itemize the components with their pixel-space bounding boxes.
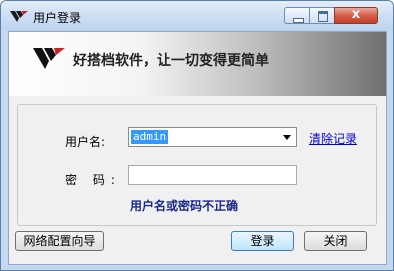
dialog-content: 好搭档软件，让一切变得更简单 用户名: admin 清除记录 密 码: 用户名或… xyxy=(8,31,387,265)
username-value: admin xyxy=(131,130,169,144)
minimize-button[interactable] xyxy=(284,7,310,24)
banner: 好搭档软件，让一切变得更简单 xyxy=(9,32,386,96)
close-icon: x xyxy=(351,7,361,22)
password-label: 密 码: xyxy=(65,173,121,187)
login-button[interactable]: 登录 xyxy=(231,231,294,251)
yi-logo-icon xyxy=(10,11,28,22)
login-panel: 用户名: admin 清除记录 密 码: 用户名或密码不正确 xyxy=(17,104,377,226)
username-label: 用户名: xyxy=(65,135,106,149)
password-input[interactable] xyxy=(128,165,297,185)
window-title: 用户登录 xyxy=(33,11,82,25)
window-close-button[interactable]: x xyxy=(334,7,378,24)
title-bar[interactable]: 用户登录 x xyxy=(1,1,393,31)
error-message: 用户名或密码不正确 xyxy=(130,199,239,213)
maximize-button[interactable] xyxy=(309,7,335,24)
clear-history-link[interactable]: 清除记录 xyxy=(309,130,357,147)
network-config-wizard-button[interactable]: 网络配置向导 xyxy=(15,231,104,251)
username-select[interactable]: admin xyxy=(128,127,297,147)
yi-logo-icon xyxy=(33,48,65,69)
banner-slogan: 好搭档软件，让一切变得更简单 xyxy=(73,53,269,69)
chevron-down-icon[interactable] xyxy=(283,135,291,140)
login-window: 用户登录 x 好搭档软件，让一切变得更简单 用户名: admin 清除记录 密 … xyxy=(0,0,394,271)
close-button[interactable]: 关闭 xyxy=(304,231,367,251)
